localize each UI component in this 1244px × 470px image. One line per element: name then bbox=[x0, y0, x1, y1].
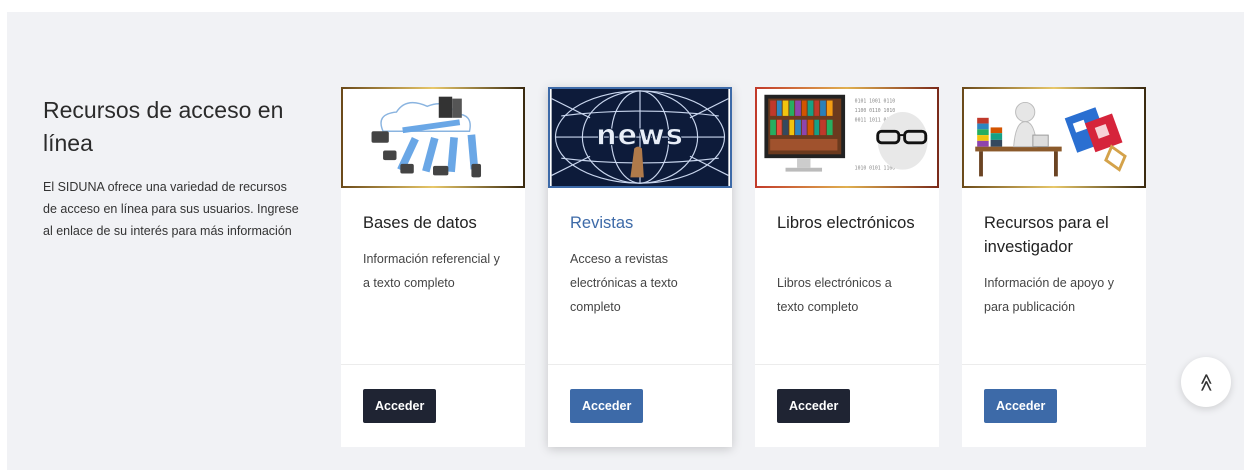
network-diagram-icon bbox=[344, 89, 522, 186]
card-description: Información de apoyo y para publicación bbox=[984, 276, 1114, 314]
double-chevron-up-icon: ≫ bbox=[1195, 372, 1216, 392]
scroll-to-top-button[interactable]: ≫ bbox=[1181, 357, 1231, 407]
card-description: Libros electrónicos a texto completo bbox=[777, 276, 892, 314]
card-title: Bases de datos bbox=[363, 214, 477, 232]
news-globe-icon: news bbox=[551, 89, 729, 186]
card-title: Recursos para el investigador bbox=[984, 214, 1109, 256]
card-description: Acceso a revistas electrónicas a texto c… bbox=[570, 252, 678, 314]
card-ebooks: 0101 1001 0110 1100 0110 1010 0011 1011 0… bbox=[755, 87, 939, 447]
news-image-text: news bbox=[596, 118, 684, 152]
card-description: Información referencial y a texto comple… bbox=[363, 252, 500, 290]
access-databases-button[interactable]: Acceder bbox=[363, 389, 437, 423]
section-title: Recursos de acceso en línea bbox=[43, 97, 284, 156]
card-title: Revistas bbox=[570, 214, 634, 232]
access-ebooks-button[interactable]: Acceder bbox=[777, 389, 851, 423]
card-journals: news Revistas Acceso a revistas electrón… bbox=[548, 87, 732, 447]
section-description: El SIDUNA ofrece una variedad de recurso… bbox=[43, 180, 299, 238]
svg-text:0101 1001 0110: 0101 1001 0110 bbox=[855, 98, 896, 104]
researcher-image bbox=[962, 87, 1146, 188]
card-divider bbox=[548, 364, 732, 365]
access-researcher-resources-button[interactable]: Acceder bbox=[984, 389, 1058, 423]
ebook-library-icon: 0101 1001 01101100 0110 1010 0011 1011 0… bbox=[758, 89, 936, 186]
card-researcher-resources: Recursos para el investigador Informació… bbox=[962, 87, 1146, 447]
researcher-desk-icon bbox=[965, 89, 1143, 186]
card-divider bbox=[341, 364, 525, 365]
card-divider bbox=[755, 364, 939, 365]
access-journals-button[interactable]: Acceder bbox=[570, 389, 644, 423]
online-resources-section: Recursos de acceso en línea El SIDUNA of… bbox=[7, 12, 1244, 470]
databases-image bbox=[341, 87, 525, 188]
card-databases: Bases de datos Información referencial y… bbox=[341, 87, 525, 447]
journals-image: news bbox=[548, 87, 732, 188]
card-divider bbox=[962, 364, 1146, 365]
card-title: Libros electrónicos bbox=[777, 214, 915, 232]
svg-text:1010 0101 1100: 1010 0101 1100 bbox=[855, 166, 896, 172]
intro-block: Recursos de acceso en línea El SIDUNA of… bbox=[43, 94, 303, 242]
svg-text:1100 0110 1010: 1100 0110 1010 bbox=[855, 108, 896, 114]
ebooks-image: 0101 1001 0110 1100 0110 1010 0011 1011 0… bbox=[755, 87, 939, 188]
